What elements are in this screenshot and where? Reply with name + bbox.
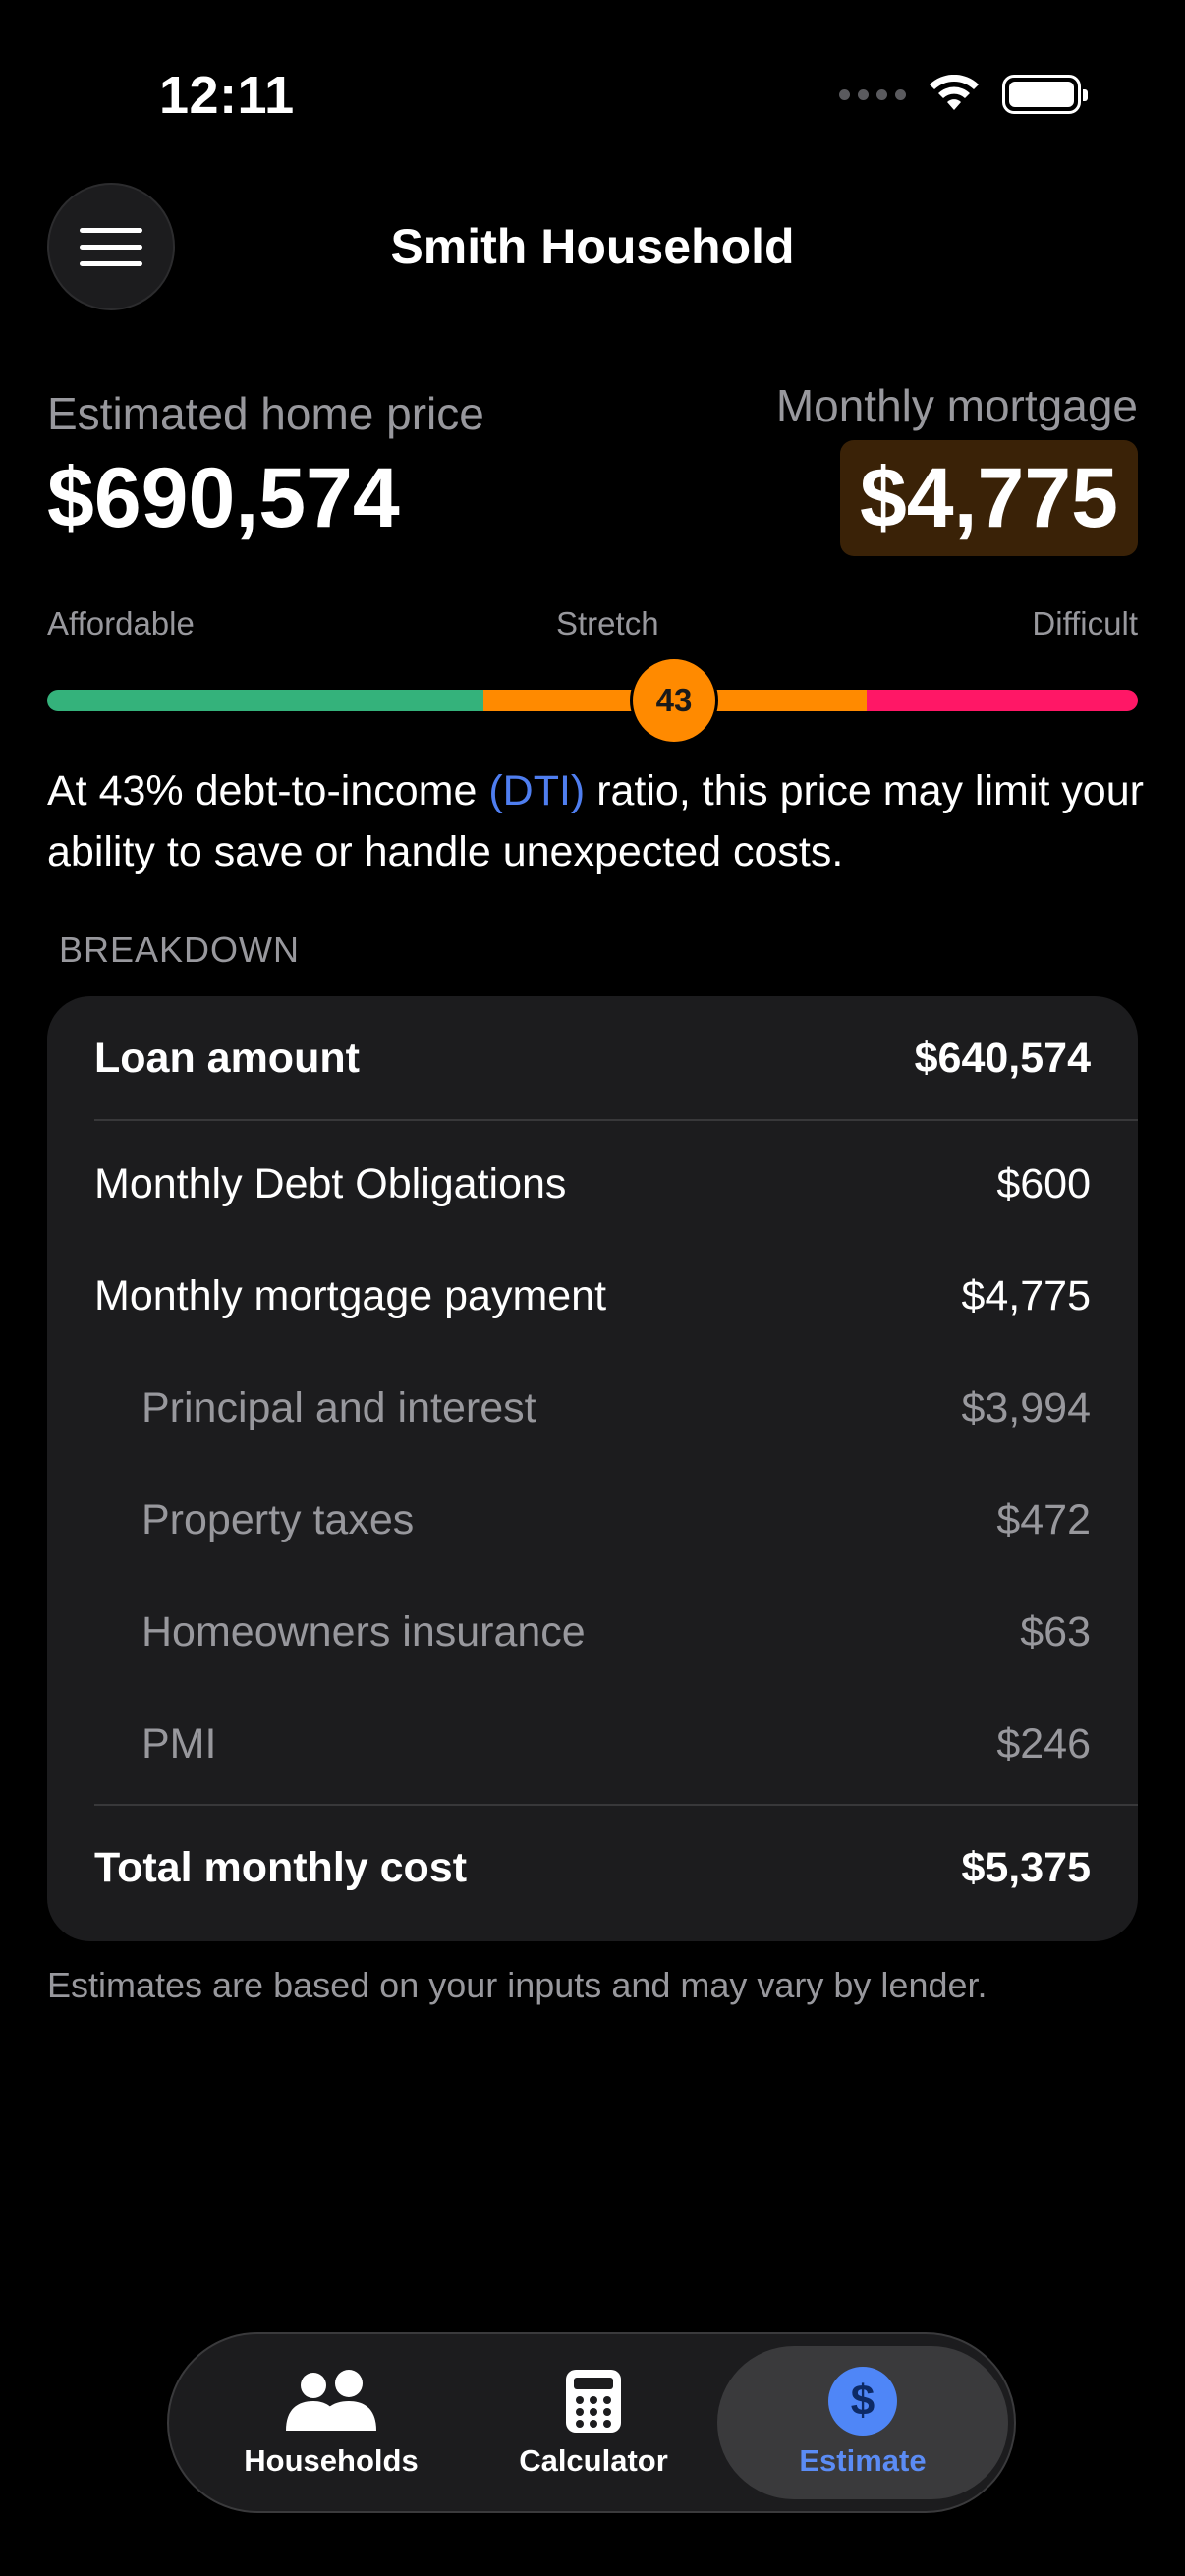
disclaimer-text: Estimates are based on your inputs and m… [47,1965,988,2005]
dti-message-before: At 43% debt-to-income [47,767,489,814]
loan-amount-row: Loan amount $640,574 [94,1026,1091,1091]
status-icons [839,75,1088,114]
item-value: $3,994 [961,1383,1091,1431]
cellular-signal-icon [839,88,906,100]
breakdown-item-property-taxes: Property taxes $472 [141,1487,1091,1552]
tab-estimate[interactable]: $ Estimate [717,2346,1008,2499]
debt-obligations-value: $600 [996,1159,1091,1207]
tab-bar: Households Calculator $ Estimate [167,2332,1016,2513]
divider [94,1804,1138,1806]
monthly-mortgage-label: Monthly mortgage [775,380,1138,431]
battery-icon [1002,75,1088,114]
estimated-price-value: $690,574 [47,451,400,545]
page-title: Smith Household [390,219,795,274]
wifi-icon [930,75,979,110]
status-bar: 12:11 [0,0,1185,196]
gauge-segment-affordable [47,690,483,711]
item-label: Principal and interest [141,1383,536,1431]
debt-obligations-row: Monthly Debt Obligations $600 [94,1151,1091,1216]
item-value: $63 [1020,1607,1091,1655]
item-label: Homeowners insurance [141,1607,586,1655]
mortgage-payment-row: Monthly mortgage payment $4,775 [94,1263,1091,1328]
people-icon [286,2370,376,2431]
calculator-icon [566,2370,621,2433]
monthly-mortgage-value: $4,775 [859,450,1118,545]
breakdown-item-insurance: Homeowners insurance $63 [141,1599,1091,1664]
dollar-icon: $ [828,2367,897,2436]
item-value: $246 [996,1719,1091,1767]
gauge-indicator: 43 [630,656,718,745]
gauge-label-affordable: Affordable [47,605,195,642]
dti-message: At 43% debt-to-income (DTI) ratio, this … [47,760,1148,882]
item-value: $472 [996,1495,1091,1543]
dti-info-link[interactable]: (DTI) [488,767,585,814]
breakdown-item-pmi: PMI $246 [141,1711,1091,1776]
status-time: 12:11 [159,66,295,125]
gauge-label-difficult: Difficult [1032,605,1138,642]
tab-calculator[interactable]: Calculator [480,2334,706,2511]
breakdown-item-principal: Principal and interest $3,994 [141,1375,1091,1440]
tab-households[interactable]: Households [218,2334,444,2511]
tab-label: Estimate [799,2443,927,2478]
breakdown-header: BREAKDOWN [59,929,301,970]
total-monthly-cost-row: Total monthly cost $5,375 [94,1835,1091,1900]
divider [94,1119,1138,1121]
estimated-price-label: Estimated home price [47,388,484,439]
total-label: Total monthly cost [94,1843,468,1891]
affordability-gauge [47,690,1138,711]
gauge-label-stretch: Stretch [556,605,659,642]
total-value: $5,375 [961,1843,1091,1891]
mortgage-payment-value: $4,775 [961,1271,1091,1319]
monthly-mortgage-badge: $4,775 [839,440,1138,556]
item-label: PMI [141,1719,217,1767]
item-label: Property taxes [141,1495,415,1543]
tab-label: Households [244,2443,419,2478]
loan-amount-value: $640,574 [914,1034,1091,1082]
gauge-segment-difficult [867,690,1138,711]
loan-amount-label: Loan amount [94,1034,360,1082]
breakdown-card: Loan amount $640,574 Monthly Debt Obliga… [47,996,1138,1941]
mortgage-payment-label: Monthly mortgage payment [94,1271,607,1319]
tab-label: Calculator [519,2443,668,2478]
debt-obligations-label: Monthly Debt Obligations [94,1159,567,1207]
